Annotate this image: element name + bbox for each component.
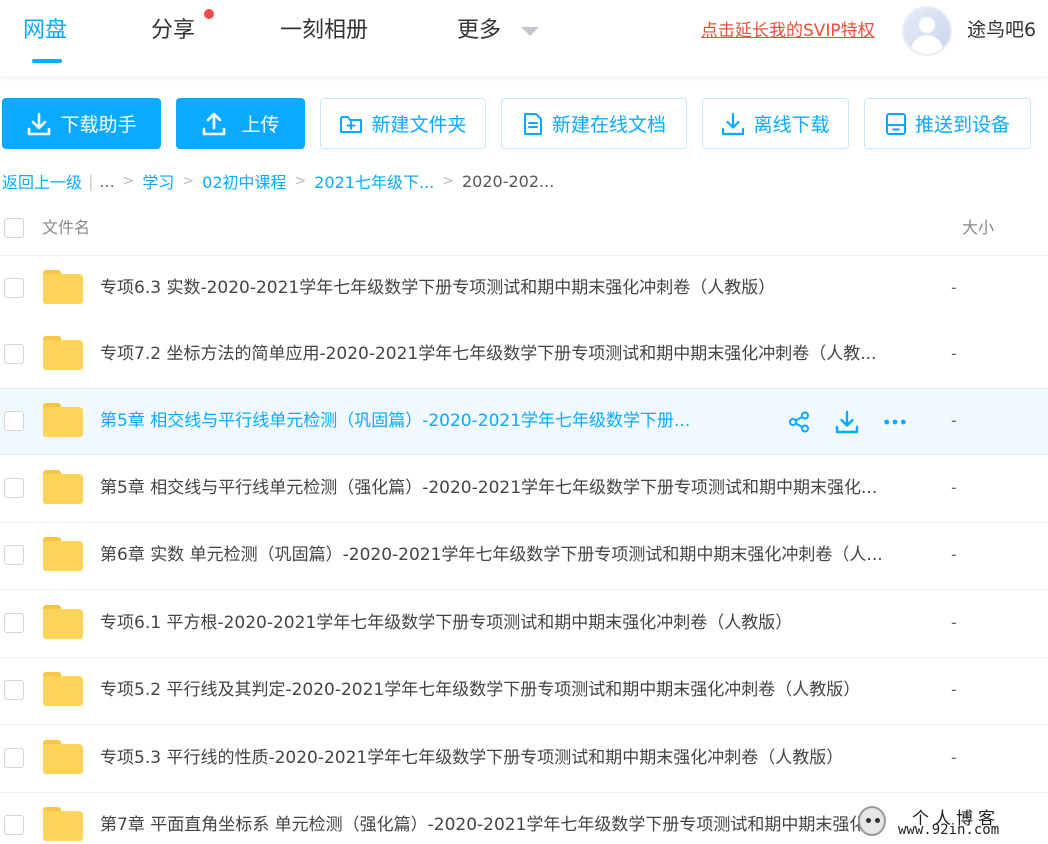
push-to-device-button[interactable]: 推送到设备 (864, 98, 1031, 149)
top-navigation: 网盘 分享 一刻相册 更多 点击延长我的SVIP特权 途鸟吧6 (0, 0, 1048, 76)
file-name[interactable]: 第5章 相交线与平行线单元检测（巩固篇）-2020-2021学年七年级数学下册.… (100, 409, 690, 433)
upload-label: 上传 (241, 114, 280, 136)
breadcrumb-item-study[interactable]: 学习 (142, 169, 174, 193)
file-size: - (951, 748, 957, 767)
new-folder-label: 新建文件夹 (371, 114, 467, 136)
file-name[interactable]: 第7章 平面直角坐标系 单元检测（强化篇）-2020-2021学年七年级数学下册… (100, 813, 860, 837)
file-size: - (951, 278, 957, 297)
folder-icon (43, 740, 83, 776)
upload-button[interactable]: 上传 (176, 98, 305, 149)
download-icon[interactable] (835, 410, 859, 434)
breadcrumb-current: 2020-202... (461, 171, 555, 191)
row-checkbox[interactable] (4, 748, 24, 768)
download-icon (722, 112, 745, 135)
file-table-header: 文件名 大小 (0, 200, 1048, 256)
tab-netdisk[interactable]: 网盘 (23, 14, 67, 48)
folder-icon (43, 336, 83, 372)
file-row[interactable]: 第6章 实数 单元检测（巩固篇）-2020-2021学年七年级数学下册专项测试和… (0, 523, 1048, 590)
chevron-down-icon[interactable] (521, 27, 539, 36)
chevron-right-icon: > (294, 173, 307, 189)
folder-icon (43, 605, 83, 641)
folder-icon (43, 270, 83, 306)
file-name[interactable]: 专项6.3 实数-2020-2021学年七年级数学下册专项测试和期中期末强化冲刺… (100, 276, 775, 300)
file-row[interactable]: 专项7.2 坐标方法的简单应用-2020-2021学年七年级数学下册专项测试和期… (0, 322, 1048, 389)
file-name[interactable]: 专项5.3 平行线的性质-2020-2021学年七年级数学下册专项测试和期中期末… (100, 746, 843, 770)
watermark-url: www.92in.com (898, 822, 1000, 838)
breadcrumb-ellipsis[interactable]: ... (99, 172, 114, 191)
offline-download-label: 离线下载 (753, 114, 830, 136)
more-options-icon[interactable] (883, 410, 907, 434)
breadcrumb-item-middle-school[interactable]: 02初中课程 (202, 169, 286, 193)
row-checkbox[interactable] (4, 680, 24, 700)
active-tab-indicator (32, 59, 62, 63)
download-helper-label: 下载助手 (60, 114, 137, 136)
folder-icon (43, 672, 83, 708)
row-actions (787, 410, 907, 434)
device-icon (885, 112, 906, 135)
file-size: - (951, 478, 957, 497)
new-online-doc-label: 新建在线文档 (551, 114, 666, 136)
column-header-size[interactable]: 大小 (962, 214, 994, 238)
tab-moment-album[interactable]: 一刻相册 (280, 14, 368, 48)
row-checkbox[interactable] (4, 278, 24, 298)
new-online-doc-button[interactable]: 新建在线文档 (501, 98, 687, 149)
push-to-device-label: 推送到设备 (914, 114, 1010, 136)
folder-plus-icon (340, 115, 363, 133)
chevron-right-icon: > (122, 173, 135, 189)
breadcrumb-back[interactable]: 返回上一级 (2, 169, 82, 193)
file-size: - (951, 613, 957, 632)
row-checkbox[interactable] (4, 344, 24, 364)
row-checkbox[interactable] (4, 815, 24, 835)
folder-icon (43, 470, 83, 506)
blog-watermark: 个人博客 www.92in.com (842, 800, 1048, 844)
file-name[interactable]: 专项6.1 平方根-2020-2021学年七年级数学下册专项测试和期中期末强化冲… (100, 611, 792, 635)
download-icon (28, 112, 51, 135)
username[interactable]: 途鸟吧6 (967, 17, 1036, 43)
file-size: - (951, 545, 957, 564)
file-row[interactable]: 专项5.2 平行线及其判定-2020-2021学年七年级数学下册专项测试和期中期… (0, 658, 1048, 725)
notification-dot (204, 9, 214, 19)
download-helper-button[interactable]: 下载助手 (2, 98, 161, 149)
file-name[interactable]: 专项5.2 平行线及其判定-2020-2021学年七年级数学下册专项测试和期中期… (100, 678, 860, 702)
breadcrumb-item-grade7[interactable]: 2021七年级下... (314, 169, 434, 193)
avatar[interactable] (902, 6, 952, 56)
avatar-head-shape (919, 17, 935, 33)
file-row[interactable]: 第5章 相交线与平行线单元检测（强化篇）-2020-2021学年七年级数学下册专… (0, 456, 1048, 523)
row-checkbox[interactable] (4, 613, 24, 633)
file-name[interactable]: 第5章 相交线与平行线单元检测（强化篇）-2020-2021学年七年级数学下册专… (100, 476, 877, 500)
file-name[interactable]: 第6章 实数 单元检测（巩固篇）-2020-2021学年七年级数学下册专项测试和… (100, 543, 883, 567)
share-icon[interactable] (787, 410, 811, 434)
offline-download-button[interactable]: 离线下载 (702, 98, 849, 149)
file-row-hovered[interactable]: 第5章 相交线与平行线单元检测（巩固篇）-2020-2021学年七年级数学下册.… (0, 388, 1048, 455)
row-checkbox[interactable] (4, 478, 24, 498)
folder-icon (43, 403, 83, 439)
file-size: - (951, 411, 957, 430)
row-checkbox[interactable] (4, 411, 24, 431)
file-size: - (951, 680, 957, 699)
tab-more[interactable]: 更多 (457, 14, 501, 48)
chevron-right-icon: > (442, 173, 454, 189)
row-checkbox[interactable] (4, 545, 24, 565)
select-all-checkbox[interactable] (4, 218, 24, 238)
file-row[interactable]: 专项5.3 平行线的性质-2020-2021学年七年级数学下册专项测试和期中期末… (0, 726, 1048, 793)
avatar-body-shape (911, 35, 943, 54)
column-header-name[interactable]: 文件名 (42, 214, 90, 238)
file-size: - (951, 344, 957, 363)
file-row[interactable]: 专项6.3 实数-2020-2021学年七年级数学下册专项测试和期中期末强化冲刺… (0, 256, 1048, 323)
folder-icon (43, 537, 83, 573)
tab-share[interactable]: 分享 (151, 14, 195, 48)
document-icon (523, 112, 542, 135)
chevron-right-icon: > (182, 173, 195, 189)
breadcrumb: 返回上一级 | ... > 学习 > 02初中课程 > 2021七年级下... … (2, 168, 554, 194)
file-row[interactable]: 专项6.1 平方根-2020-2021学年七年级数学下册专项测试和期中期末强化冲… (0, 591, 1048, 658)
new-folder-button[interactable]: 新建文件夹 (320, 98, 486, 149)
file-name[interactable]: 专项7.2 坐标方法的简单应用-2020-2021学年七年级数学下册专项测试和期… (100, 342, 876, 366)
upload-icon (203, 112, 226, 135)
folder-icon (43, 807, 83, 843)
breadcrumb-divider: | (88, 171, 94, 191)
svip-renew-link[interactable]: 点击延长我的SVIP特权 (701, 19, 875, 43)
penguin-icon (858, 806, 886, 836)
